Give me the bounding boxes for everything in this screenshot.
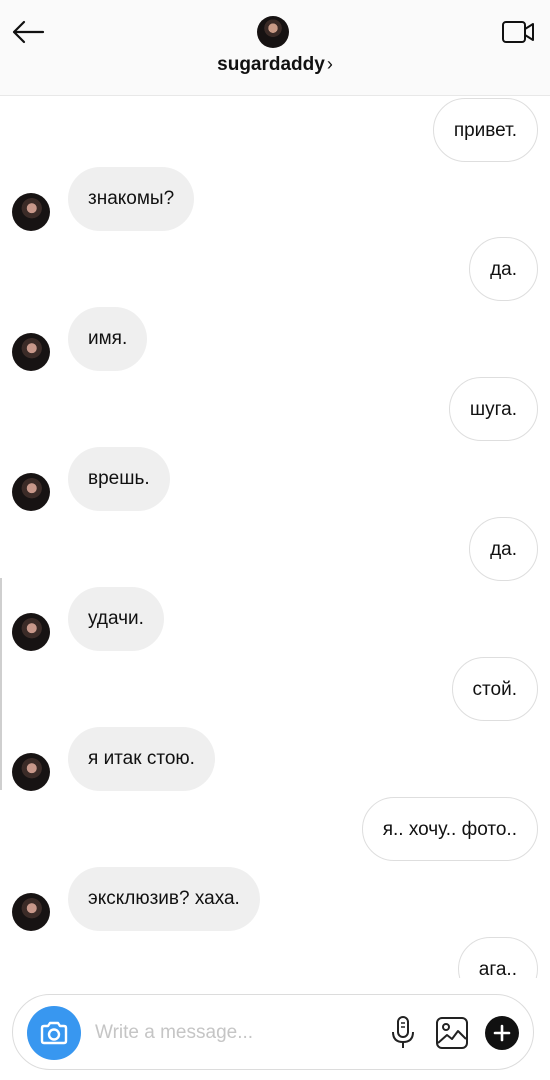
back-button[interactable] — [8, 14, 48, 50]
message-composer — [12, 994, 534, 1070]
camera-icon — [40, 1021, 68, 1045]
microphone-button[interactable] — [389, 1015, 417, 1051]
header-username: sugardaddy — [217, 54, 325, 75]
incoming-message[interactable]: врешь. — [68, 447, 170, 511]
sender-avatar[interactable] — [12, 893, 50, 931]
message-input[interactable] — [95, 1017, 375, 1049]
incoming-message[interactable]: эксклюзив? хаха. — [68, 867, 260, 931]
sender-avatar[interactable] — [12, 473, 50, 511]
back-arrow-icon — [12, 20, 45, 44]
header-username-button[interactable]: sugardaddy › — [0, 54, 550, 76]
header-avatar[interactable] — [257, 16, 289, 48]
video-call-icon — [502, 21, 534, 43]
chevron-right-icon: › — [326, 54, 333, 74]
outgoing-message[interactable]: привет. — [432, 98, 538, 162]
add-button[interactable] — [485, 1016, 519, 1050]
outgoing-message[interactable]: я.. хочу.. фото.. — [361, 797, 538, 861]
sender-avatar[interactable] — [12, 333, 50, 371]
sender-avatar[interactable] — [12, 613, 50, 651]
message-list[interactable]: привет. знакомы? да. имя. шуга. врешь. д… — [0, 96, 550, 978]
gallery-icon — [436, 1017, 468, 1049]
incoming-message[interactable]: знакомы? — [68, 167, 195, 231]
sender-avatar[interactable] — [12, 193, 50, 231]
plus-icon — [493, 1024, 511, 1042]
outgoing-message[interactable]: да. — [469, 517, 538, 581]
incoming-message[interactable]: я итак стою. — [68, 727, 215, 791]
chat-header: sugardaddy › — [0, 0, 550, 96]
video-call-button[interactable] — [500, 16, 536, 48]
outgoing-message[interactable]: шуга. — [448, 377, 538, 441]
outgoing-message[interactable]: да. — [469, 237, 538, 301]
incoming-message[interactable]: имя. — [68, 307, 148, 371]
scroll-indicator — [0, 578, 2, 790]
incoming-message[interactable]: удачи. — [68, 587, 164, 651]
outgoing-message[interactable]: стой. — [451, 657, 538, 721]
sender-avatar[interactable] — [12, 753, 50, 791]
microphone-icon — [392, 1016, 414, 1048]
outgoing-message[interactable]: ага.. — [457, 937, 538, 978]
gallery-button[interactable] — [435, 1016, 469, 1050]
camera-button[interactable] — [27, 1006, 81, 1060]
